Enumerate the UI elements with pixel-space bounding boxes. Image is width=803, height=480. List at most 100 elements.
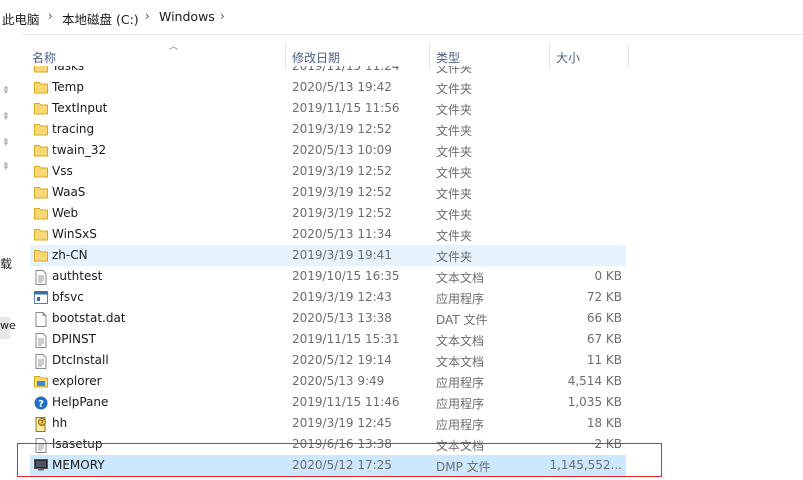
file-name: bootstat.dat xyxy=(52,311,126,325)
folder-row[interactable]: tracing 2019/3/19 12:52 文件夹 xyxy=(30,119,626,140)
file-modified-date: 2019/3/19 12:52 xyxy=(292,164,392,178)
address-bar[interactable]: 此电脑 › 本地磁盘 (C:) › Windows › xyxy=(0,0,803,35)
file-name: Temp xyxy=(52,80,84,94)
file-size: 4,514 KB xyxy=(567,374,622,388)
file-size: 67 KB xyxy=(586,332,622,346)
file-name: Web xyxy=(52,206,79,220)
file-modified-date: 2019/3/19 12:43 xyxy=(292,290,392,304)
file-name: HelpPane xyxy=(52,395,109,409)
file-size: 0 KB xyxy=(594,269,622,283)
nav-item-label[interactable]: 载 xyxy=(0,255,12,272)
file-row[interactable]: bfsvc 2019/3/19 12:43 应用程序 72 KB xyxy=(30,287,626,308)
file-name: tracing xyxy=(52,122,95,136)
folder-row[interactable]: Web 2019/3/19 12:52 文件夹 xyxy=(30,203,626,224)
file-name: WaaS xyxy=(52,185,86,199)
sort-ascending-icon: ︿ xyxy=(169,42,179,52)
file-name: DPINST xyxy=(52,332,96,346)
app-icon xyxy=(34,291,48,304)
breadcrumb-windows[interactable]: Windows xyxy=(159,9,215,24)
column-divider[interactable] xyxy=(429,44,430,68)
folder-icon xyxy=(34,249,48,262)
hh-icon: ? xyxy=(34,417,48,432)
folder-icon xyxy=(34,165,48,178)
file-modified-date: 2019/11/15 11:24 xyxy=(292,66,400,73)
file-size: 72 KB xyxy=(586,290,622,304)
folder-row[interactable]: twain_32 2020/5/13 10:09 文件夹 xyxy=(30,140,626,161)
folder-row[interactable]: zh-CN 2019/3/19 19:41 文件夹 xyxy=(30,245,626,266)
explorer-icon xyxy=(34,375,48,388)
file-type: 应用程序 xyxy=(436,397,485,411)
file-type: 文件夹 xyxy=(436,66,473,75)
folder-row[interactable]: Temp 2020/5/13 19:42 文件夹 xyxy=(30,77,626,98)
file-type: 文件夹 xyxy=(436,124,473,138)
file-row[interactable]: authtest 2019/10/15 16:35 文本文档 0 KB xyxy=(30,266,626,287)
folder-row[interactable]: WinSxS 2020/5/13 11:34 文件夹 xyxy=(30,224,626,245)
file-size: 1,035 KB xyxy=(567,395,622,409)
chevron-right-icon[interactable]: › xyxy=(48,9,53,23)
file-row[interactable]: ? HelpPane 2019/11/15 11:46 应用程序 1,035 KB xyxy=(30,392,626,413)
folder-row[interactable]: TextInput 2019/11/15 11:56 文件夹 xyxy=(30,98,626,119)
pin-icon: ✎ xyxy=(0,84,11,98)
file-type: 文件夹 xyxy=(436,103,473,117)
file-type: 应用程序 xyxy=(436,418,485,432)
file-modified-date: 2020/5/13 10:09 xyxy=(292,143,392,157)
folder-icon xyxy=(34,228,48,241)
file-modified-date: 2019/3/19 12:45 xyxy=(292,416,392,430)
file-modified-date: 2020/5/13 11:34 xyxy=(292,227,392,241)
file-name: bfsvc xyxy=(52,290,84,304)
file-name: Vss xyxy=(52,164,73,178)
breadcrumb-this-pc[interactable]: 此电脑 xyxy=(2,9,40,28)
file-name: TextInput xyxy=(52,101,108,115)
column-divider[interactable] xyxy=(549,44,550,68)
file-modified-date: 2019/3/19 12:52 xyxy=(292,206,392,220)
column-divider[interactable] xyxy=(285,44,286,68)
svg-text:?: ? xyxy=(38,399,44,410)
text-file-icon xyxy=(34,270,48,285)
chevron-right-icon[interactable]: › xyxy=(145,9,150,23)
file-row[interactable]: bootstat.dat 2020/5/13 13:38 DAT 文件 66 KB xyxy=(30,308,626,329)
file-modified-date: 2019/3/19 12:52 xyxy=(292,185,392,199)
file-row[interactable]: DPINST 2019/11/15 15:31 文本文档 67 KB xyxy=(30,329,626,350)
text-file-icon xyxy=(34,354,48,369)
folder-icon xyxy=(34,102,48,115)
breadcrumb-local-disk[interactable]: 本地磁盘 (C:) xyxy=(62,9,139,28)
file-row[interactable]: DtcInstall 2020/5/12 19:14 文本文档 11 KB xyxy=(30,350,626,371)
nav-item-label[interactable]: we xyxy=(0,319,16,332)
column-name[interactable]: 名称 xyxy=(32,49,56,66)
file-modified-date: 2019/11/15 11:46 xyxy=(292,395,400,409)
highlight-box xyxy=(17,443,662,477)
navigation-pane[interactable]: ✎ ✎ ✎ ✎ 载 we xyxy=(0,34,22,480)
column-modified[interactable]: 修改日期 xyxy=(292,49,340,66)
file-type: 文本文档 xyxy=(436,355,485,369)
folder-row[interactable]: WaaS 2019/3/19 12:52 文件夹 xyxy=(30,182,626,203)
file-name: authtest xyxy=(52,269,103,283)
folder-icon xyxy=(34,81,48,94)
help-icon: ? xyxy=(34,396,48,410)
file-name: DtcInstall xyxy=(52,353,109,367)
file-row[interactable]: explorer 2020/5/13 9:49 应用程序 4,514 KB xyxy=(30,371,626,392)
file-list[interactable]: Tasks 2019/11/15 11:24 文件夹 Temp 2020/5/13 19… xyxy=(22,66,803,480)
file-modified-date: 2019/11/15 11:56 xyxy=(292,101,400,115)
file-type: 文件夹 xyxy=(436,187,473,201)
file-type: 文本文档 xyxy=(436,334,485,348)
file-type: 文件夹 xyxy=(436,208,473,222)
column-divider[interactable] xyxy=(628,44,629,68)
file-type: DAT 文件 xyxy=(436,313,488,327)
folder-row[interactable]: Tasks 2019/11/15 11:24 文件夹 xyxy=(30,66,626,77)
file-type: 文件夹 xyxy=(436,166,473,180)
column-size[interactable]: 大小 xyxy=(556,49,580,66)
column-type[interactable]: 类型 xyxy=(436,49,460,66)
file-modified-date: 2020/5/12 19:14 xyxy=(292,353,392,367)
file-type: 应用程序 xyxy=(436,376,485,390)
file-row[interactable]: ? hh 2019/3/19 12:45 应用程序 18 KB xyxy=(30,413,626,434)
file-size: 66 KB xyxy=(586,311,622,325)
file-modified-date: 2020/5/13 19:42 xyxy=(292,80,392,94)
file-type: 文件夹 xyxy=(436,250,473,264)
file-modified-date: 2019/3/19 19:41 xyxy=(292,248,392,262)
text-file-icon xyxy=(34,333,48,348)
file-type: 文件夹 xyxy=(436,82,473,96)
folder-icon xyxy=(34,144,48,157)
file-size: 11 KB xyxy=(586,353,622,367)
chevron-right-icon[interactable]: › xyxy=(220,9,225,23)
folder-row[interactable]: Vss 2019/3/19 12:52 文件夹 xyxy=(30,161,626,182)
